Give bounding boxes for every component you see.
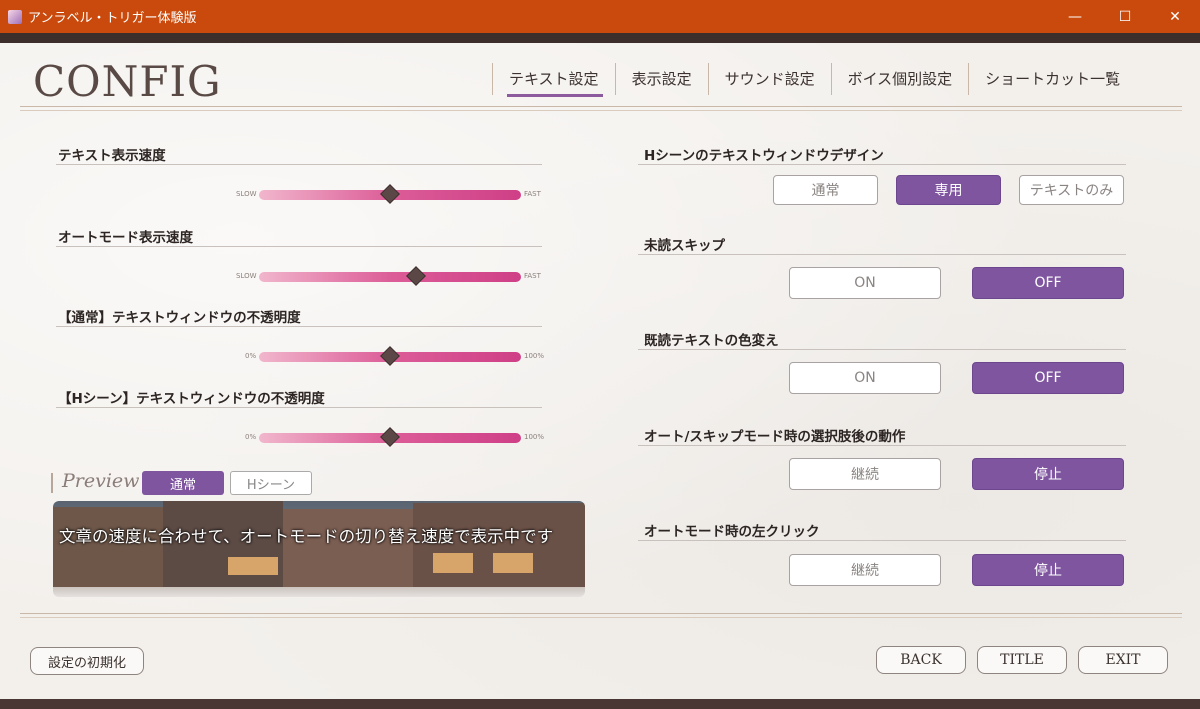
- unread-skip-label: 未読スキップ: [644, 238, 725, 254]
- preview-label: Preview: [62, 470, 140, 492]
- slider-max-label: FAST: [524, 272, 541, 280]
- hscene-opacity-label: 【Hシーン】テキストウィンドウの不透明度: [58, 391, 325, 407]
- auto-left-click-label: オートモード時の左クリック: [644, 524, 820, 540]
- section-divider: [638, 540, 1126, 541]
- preview-window: 文章の速度に合わせて、オートモードの切り替え速度で表示中です: [53, 501, 585, 597]
- tab-shortcuts[interactable]: ショートカット一覧: [968, 63, 1136, 95]
- design-text-only-button[interactable]: テキストのみ: [1019, 175, 1124, 205]
- design-normal-button[interactable]: 通常: [773, 175, 878, 205]
- section-divider: [638, 349, 1126, 350]
- tab-text-settings[interactable]: テキスト設定: [492, 63, 615, 97]
- preview-shop-window: [433, 553, 473, 573]
- footer-divider-inner: [20, 617, 1182, 618]
- preview-normal-button[interactable]: 通常: [142, 471, 224, 495]
- section-divider: [56, 326, 542, 327]
- preview-shop-window: [493, 553, 533, 573]
- section-divider: [56, 246, 542, 247]
- header-divider: [20, 106, 1182, 107]
- read-color-on-button[interactable]: ON: [789, 362, 941, 394]
- tab-voice-settings[interactable]: ボイス個別設定: [830, 63, 969, 95]
- after-choice-label: オート/スキップモード時の選択肢後の動作: [644, 429, 906, 445]
- design-dedicated-button[interactable]: 専用: [896, 175, 1001, 205]
- slider-max-label: 100%: [524, 433, 545, 441]
- back-button[interactable]: BACK: [876, 646, 966, 674]
- normal-opacity-label: 【通常】テキストウィンドウの不透明度: [58, 310, 301, 326]
- page-title: CONFIG: [33, 57, 222, 106]
- hscene-design-label: Hシーンのテキストウィンドウデザイン: [644, 148, 884, 164]
- slider-knob[interactable]: [406, 266, 427, 286]
- footer-divider: [20, 613, 1182, 614]
- normal-opacity-slider[interactable]: 0% 100%: [232, 346, 547, 368]
- auto-click-stop-button[interactable]: 停止: [972, 554, 1124, 586]
- slider-min-label: SLOW: [236, 190, 257, 198]
- slider-knob[interactable]: [380, 427, 400, 447]
- reset-settings-button[interactable]: 設定の初期化: [30, 647, 144, 675]
- preview-shop-window: [228, 557, 278, 575]
- section-divider: [56, 164, 542, 165]
- slider-track[interactable]: [259, 272, 521, 282]
- section-divider: [56, 407, 542, 408]
- unread-skip-on-button[interactable]: ON: [789, 267, 941, 299]
- auto-click-continue-button[interactable]: 継続: [789, 554, 941, 586]
- tab-bar: テキスト設定 表示設定 サウンド設定 ボイス個別設定 ショートカット一覧: [492, 63, 1136, 97]
- title-button[interactable]: TITLE: [977, 646, 1067, 674]
- header-divider-inner: [20, 110, 1182, 111]
- close-button[interactable]: ✕: [1150, 0, 1200, 33]
- slider-max-label: FAST: [524, 190, 541, 198]
- section-divider: [638, 254, 1126, 255]
- preview-text: 文章の速度に合わせて、オートモードの切り替え速度で表示中です: [59, 527, 554, 546]
- auto-speed-label: オートモード表示速度: [58, 230, 193, 246]
- preview-accent-bar: [51, 473, 53, 493]
- slider-min-label: 0%: [245, 433, 257, 441]
- tab-display-settings[interactable]: 表示設定: [614, 63, 708, 95]
- hscene-opacity-slider[interactable]: 0% 100%: [232, 427, 547, 449]
- config-panel: CONFIG テキスト設定 表示設定 サウンド設定 ボイス個別設定 ショートカッ…: [0, 43, 1200, 699]
- text-speed-slider[interactable]: SLOW FAST: [232, 184, 547, 206]
- after-choice-stop-button[interactable]: 停止: [972, 458, 1124, 490]
- slider-knob[interactable]: [380, 346, 400, 366]
- maximize-button[interactable]: ☐: [1100, 0, 1150, 33]
- slider-max-label: 100%: [524, 352, 545, 360]
- read-color-off-button[interactable]: OFF: [972, 362, 1124, 394]
- after-choice-continue-button[interactable]: 継続: [789, 458, 941, 490]
- unread-skip-off-button[interactable]: OFF: [972, 267, 1124, 299]
- slider-min-label: SLOW: [236, 272, 257, 280]
- minimize-button[interactable]: —: [1050, 0, 1100, 33]
- auto-speed-slider[interactable]: SLOW FAST: [232, 266, 547, 288]
- preview-hscene-button[interactable]: Hシーン: [230, 471, 312, 495]
- section-divider: [638, 164, 1126, 165]
- tab-sound-settings[interactable]: サウンド設定: [707, 63, 831, 95]
- top-band: [0, 33, 1200, 43]
- window-title: アンラベル・トリガー体験版: [28, 11, 197, 26]
- slider-min-label: 0%: [245, 352, 257, 360]
- section-divider: [638, 445, 1126, 446]
- read-color-label: 既読テキストの色変え: [644, 333, 779, 349]
- slider-knob[interactable]: [380, 184, 400, 204]
- exit-button[interactable]: EXIT: [1078, 646, 1168, 674]
- window-titlebar: アンラベル・トリガー体験版 — ☐ ✕: [0, 0, 1200, 33]
- app-icon: [8, 9, 22, 24]
- bottom-band: [0, 699, 1200, 709]
- text-speed-label: テキスト表示速度: [58, 148, 166, 164]
